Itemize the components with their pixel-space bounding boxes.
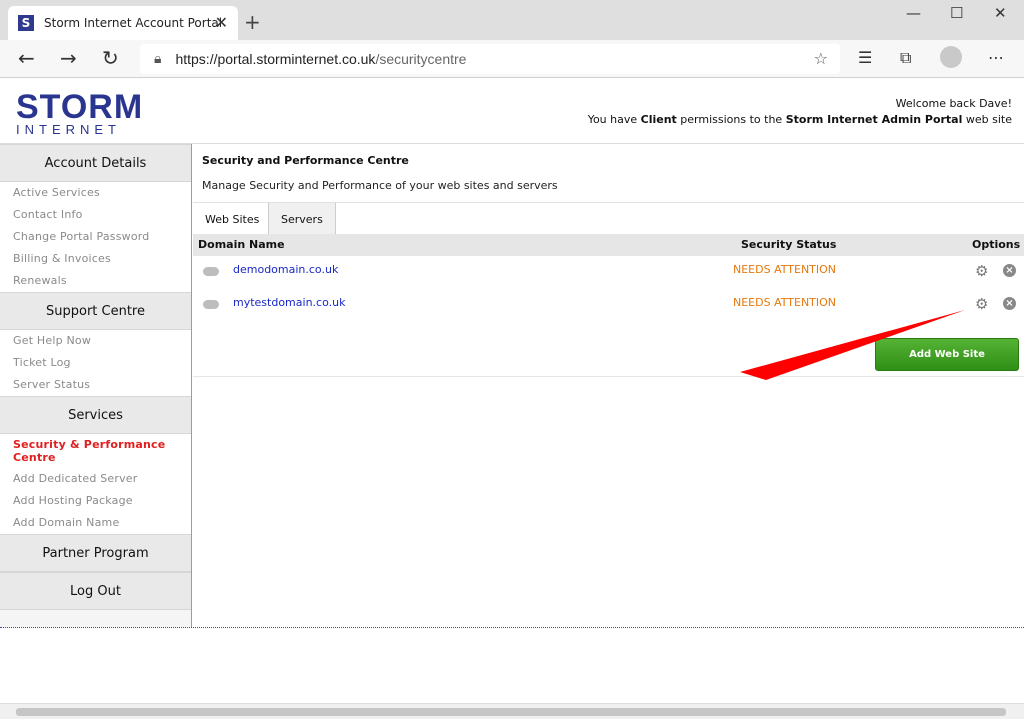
- sidebar: Account Details Active Services Contact …: [0, 144, 192, 628]
- horizontal-scrollbar[interactable]: [0, 703, 1024, 719]
- table-row: mytestdomain.co.uk NEEDS ATTENTION ⚙ ×: [193, 292, 1024, 320]
- sidebar-item-add-dedicated-server[interactable]: Add Dedicated Server: [0, 468, 191, 490]
- settings-gear-icon[interactable]: ⚙: [975, 262, 988, 280]
- logo-subtitle: INTERNET: [16, 122, 121, 137]
- forward-icon[interactable]: →: [60, 46, 77, 70]
- tab-title: Storm Internet Account Portal: [44, 16, 223, 30]
- table-header: Domain Name Security Status Options: [193, 234, 1024, 256]
- lock-icon: 🔒︎: [154, 51, 162, 67]
- tab-servers[interactable]: Servers: [268, 203, 336, 235]
- domain-link[interactable]: mytestdomain.co.uk: [233, 296, 345, 309]
- browser-toolbar: ← → ↻ 🔒︎ https://portal.storminternet.co…: [0, 40, 1024, 78]
- page-description: Manage Security and Performance of your …: [202, 179, 558, 192]
- storm-favicon-icon: S: [18, 15, 34, 31]
- sidebar-section-services[interactable]: Services: [0, 396, 191, 434]
- collections-icon[interactable]: ⧉: [900, 48, 911, 68]
- cloud-icon: [203, 267, 219, 276]
- sidebar-item-ticket-log[interactable]: Ticket Log: [0, 352, 191, 374]
- url-path: /securitycentre: [375, 51, 467, 67]
- table-row: demodomain.co.uk NEEDS ATTENTION ⚙ ×: [193, 259, 1024, 287]
- close-tab-icon[interactable]: ✕: [215, 13, 228, 32]
- tab-strip: Web Sites Servers: [193, 202, 1024, 235]
- new-tab-icon[interactable]: +: [244, 10, 261, 34]
- cloud-icon: [203, 300, 219, 309]
- column-security-status: Security Status: [741, 238, 837, 251]
- close-window-icon[interactable]: ✕: [994, 4, 1007, 22]
- more-menu-icon[interactable]: ⋯: [988, 48, 1004, 67]
- status-text: NEEDS ATTENTION: [733, 263, 837, 276]
- sidebar-item-billing[interactable]: Billing & Invoices: [0, 248, 191, 270]
- status-text: NEEDS ATTENTION: [733, 296, 837, 309]
- perm-prefix: You have: [587, 113, 641, 126]
- page-bottom-border: [0, 627, 1024, 628]
- sidebar-item-change-password[interactable]: Change Portal Password: [0, 226, 191, 248]
- minimize-icon[interactable]: —: [906, 4, 921, 22]
- favorites-list-icon[interactable]: ☰: [858, 48, 872, 67]
- perm-role: Client: [640, 113, 677, 126]
- profile-avatar[interactable]: [940, 46, 962, 68]
- maximize-icon[interactable]: ☐: [950, 4, 963, 22]
- address-bar[interactable]: 🔒︎ https://portal.storminternet.co.uk/se…: [140, 44, 840, 74]
- sidebar-item-security-centre[interactable]: Security & Performance Centre: [0, 434, 191, 468]
- welcome-message: Welcome back Dave! You have Client permi…: [588, 96, 1012, 128]
- settings-gear-icon[interactable]: ⚙: [975, 295, 988, 313]
- url-host: https://portal.storminternet.co.uk: [175, 51, 376, 67]
- browser-tab-bar: S Storm Internet Account Portal ✕ + — ☐ …: [0, 0, 1024, 40]
- perm-portal: Storm Internet Admin Portal: [785, 113, 963, 126]
- sidebar-section-support-centre[interactable]: Support Centre: [0, 292, 191, 330]
- sidebar-item-server-status[interactable]: Server Status: [0, 374, 191, 396]
- sidebar-item-renewals[interactable]: Renewals: [0, 270, 191, 292]
- refresh-icon[interactable]: ↻: [102, 46, 119, 70]
- back-icon[interactable]: ←: [18, 46, 35, 70]
- perm-mid: permissions to the: [676, 113, 786, 126]
- sidebar-item-contact-info[interactable]: Contact Info: [0, 204, 191, 226]
- site-header: STORM INTERNET Welcome back Dave! You ha…: [0, 78, 1024, 144]
- domain-link[interactable]: demodomain.co.uk: [233, 263, 338, 276]
- favorite-star-icon[interactable]: ☆: [814, 49, 828, 68]
- main-panel: Security and Performance Centre Manage S…: [193, 144, 1024, 628]
- browser-tab[interactable]: S Storm Internet Account Portal ✕: [8, 6, 238, 40]
- sidebar-item-add-hosting[interactable]: Add Hosting Package: [0, 490, 191, 512]
- remove-icon[interactable]: ×: [1003, 264, 1016, 277]
- sidebar-item-add-domain[interactable]: Add Domain Name: [0, 512, 191, 534]
- sidebar-section-account-details[interactable]: Account Details: [0, 144, 191, 182]
- welcome-text: Welcome back Dave!: [895, 97, 1012, 110]
- sidebar-item-active-services[interactable]: Active Services: [0, 182, 191, 204]
- perm-suffix: web site: [962, 113, 1012, 126]
- permissions-text: You have Client permissions to the Storm…: [588, 112, 1012, 128]
- sidebar-item-get-help[interactable]: Get Help Now: [0, 330, 191, 352]
- tab-web-sites[interactable]: Web Sites: [193, 203, 272, 235]
- url-text: https://portal.storminternet.co.uk/secur…: [175, 51, 466, 67]
- scrollbar-thumb[interactable]: [16, 708, 1006, 716]
- sidebar-section-log-out[interactable]: Log Out: [0, 572, 191, 610]
- content-divider: [193, 376, 1024, 377]
- page-title: Security and Performance Centre: [202, 154, 409, 167]
- column-options: Options: [972, 238, 1021, 251]
- column-domain-name: Domain Name: [198, 238, 285, 251]
- sidebar-section-partner-program[interactable]: Partner Program: [0, 534, 191, 572]
- remove-icon[interactable]: ×: [1003, 297, 1016, 310]
- add-web-site-button[interactable]: Add Web Site: [875, 338, 1019, 371]
